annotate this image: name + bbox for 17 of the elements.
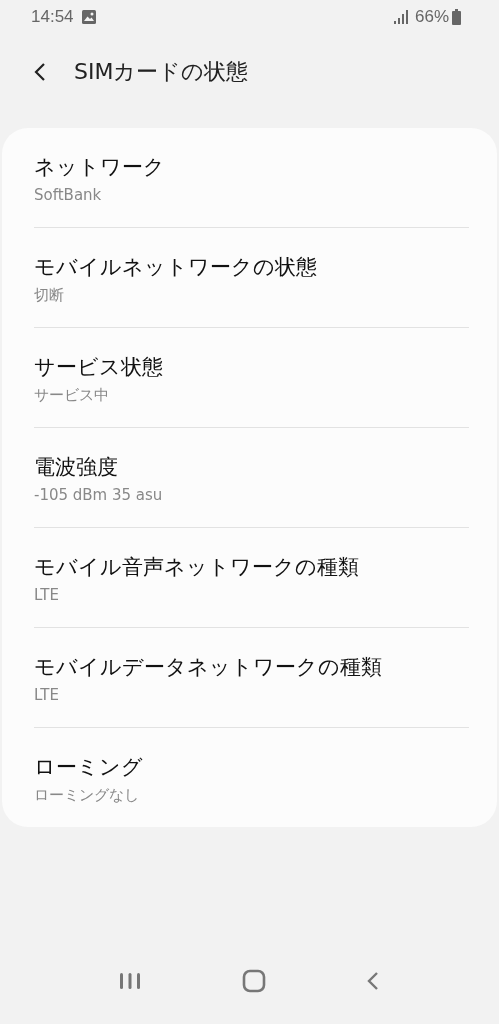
page-title: SIMカードの状態 <box>74 58 249 86</box>
battery-icon <box>452 9 461 25</box>
settings-item[interactable]: モバイルネットワークの状態 切断 <box>34 227 469 327</box>
settings-item[interactable]: モバイル音声ネットワークの種類 LTE <box>34 527 469 627</box>
battery-percentage: 66% <box>414 7 449 27</box>
settings-item[interactable]: サービス状態 サービス中 <box>34 327 469 427</box>
recent-apps-button[interactable] <box>118 973 141 989</box>
settings-item[interactable]: モバイルデータネットワークの種類 LTE <box>34 627 469 727</box>
home-button[interactable] <box>241 969 266 993</box>
back-nav-button[interactable] <box>366 971 379 991</box>
settings-item[interactable]: 電波強度 -105 dBm 35 asu <box>34 427 469 527</box>
image-icon <box>80 9 97 25</box>
settings-item[interactable]: ネットワーク SoftBank <box>34 128 469 227</box>
back-button[interactable] <box>34 62 46 82</box>
signal-icon <box>392 10 409 24</box>
status-time: 14:54 <box>31 7 74 27</box>
settings-item[interactable]: ローミング ローミングなし <box>34 727 469 827</box>
